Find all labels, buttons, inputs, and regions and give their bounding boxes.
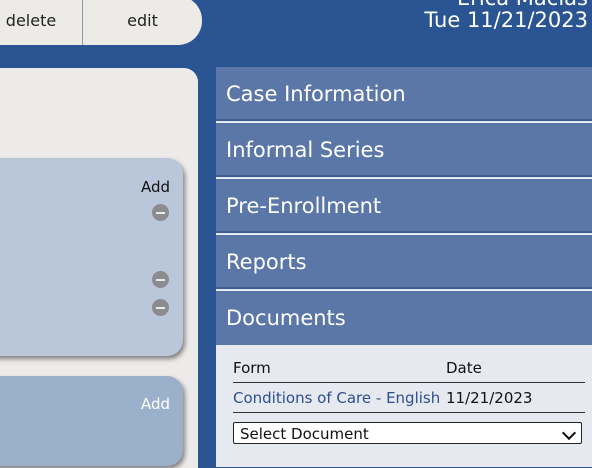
row-divider bbox=[233, 412, 585, 413]
accordion-case-information[interactable]: Case Information bbox=[216, 67, 592, 121]
right-panel: Case Information Informal Series Pre-Enr… bbox=[216, 67, 592, 467]
column-header-date: Date bbox=[446, 359, 482, 377]
user-info: Erica Macias Tue 11/21/2023 bbox=[424, 0, 588, 32]
chevron-down-icon bbox=[561, 425, 577, 441]
documents-panel: Form Date Conditions of Care - English 1… bbox=[216, 347, 592, 467]
select-document-value: Select Document bbox=[240, 425, 369, 443]
record-toolbar: delete edit bbox=[0, 0, 202, 45]
left-card: Add bbox=[0, 376, 183, 466]
minus-circle-icon[interactable] bbox=[152, 271, 169, 288]
minus-circle-icon[interactable] bbox=[152, 299, 169, 316]
accordion-documents[interactable]: Documents bbox=[216, 291, 592, 345]
accordion-informal-series[interactable]: Informal Series bbox=[216, 123, 592, 177]
header-divider bbox=[233, 382, 585, 383]
accordion-reports[interactable]: Reports bbox=[216, 235, 592, 289]
left-card: Add bbox=[0, 158, 183, 356]
edit-button[interactable]: edit bbox=[83, 0, 202, 45]
add-link[interactable]: Add bbox=[141, 178, 170, 196]
document-link[interactable]: Conditions of Care - English bbox=[233, 389, 442, 407]
column-header-form: Form bbox=[233, 359, 271, 377]
delete-button[interactable]: delete bbox=[0, 0, 82, 45]
minus-circle-icon[interactable] bbox=[152, 204, 169, 221]
document-date: 11/21/2023 bbox=[446, 389, 533, 407]
current-date: Tue 11/21/2023 bbox=[424, 8, 588, 32]
accordion-pre-enrollment[interactable]: Pre-Enrollment bbox=[216, 179, 592, 233]
add-link[interactable]: Add bbox=[141, 395, 170, 413]
select-document-dropdown[interactable]: Select Document bbox=[233, 422, 582, 444]
